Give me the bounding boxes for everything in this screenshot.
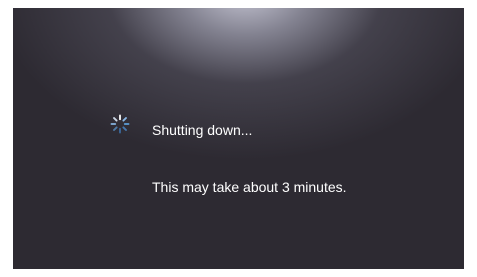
loading-spinner-icon — [110, 114, 130, 134]
status-text: Shutting down... — [152, 122, 253, 138]
duration-note: This may take about 3 minutes. — [152, 179, 347, 195]
shutdown-screen: Shutting down... This may take about 3 m… — [13, 8, 464, 269]
